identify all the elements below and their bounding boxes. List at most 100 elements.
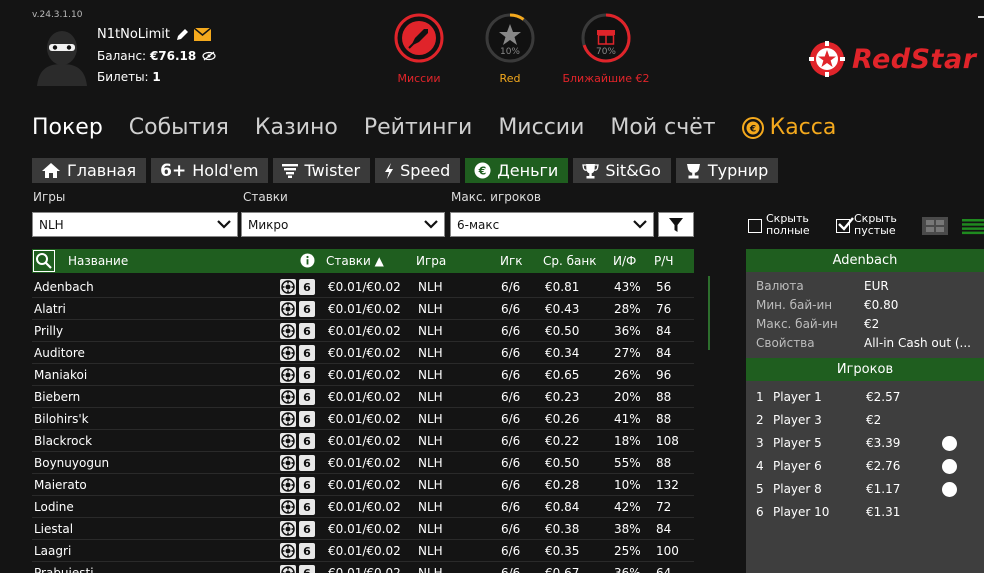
player-row[interactable]: 3 Player 5 €3.39 D [756, 436, 981, 456]
stakes-select[interactable]: Микро [241, 212, 445, 237]
nav-missions[interactable]: Миссии [498, 115, 584, 140]
grid-view-icon[interactable] [922, 217, 948, 235]
tab-speed[interactable]: Speed [375, 158, 461, 183]
list-view-icon[interactable] [958, 217, 984, 235]
tab-home[interactable]: Главная [32, 158, 147, 183]
row-players: 6/6 [501, 522, 521, 536]
hide-empty-box[interactable] [836, 217, 854, 233]
hide-full-box[interactable] [748, 219, 762, 233]
row-stakes: €0.01/€0.02 [328, 478, 401, 492]
balance-label: Баланс: [97, 49, 147, 63]
details-title: Adenbach [746, 249, 984, 272]
player-row[interactable]: 6 Player 10 €1.31 [756, 505, 981, 525]
col-hands[interactable]: Р/Ч [654, 254, 674, 268]
table-row[interactable]: Adenbach 6 €0.01/€0.02 NLH 6/6 €0.81 43% 56 [32, 276, 694, 298]
row-vpf: 55% [614, 456, 641, 470]
tab-speed-label: Speed [400, 161, 451, 180]
table-row[interactable]: Laagri 6 €0.01/€0.02 NLH 6/6 €0.35 25% 100 [32, 540, 694, 562]
mail-icon[interactable] [194, 28, 211, 41]
table-row[interactable]: Maniakoi 6 €0.01/€0.02 NLH 6/6 €0.65 26% 96 [32, 364, 694, 386]
hide-empty-checkbox[interactable]: Скрыть пустые [836, 213, 897, 237]
nav-casino[interactable]: Казино [255, 115, 338, 140]
tab-home-label: Главная [67, 161, 137, 180]
filter-button[interactable] [658, 212, 694, 237]
table-row[interactable]: Blackrock 6 €0.01/€0.02 NLH 6/6 €0.22 18% 108 [32, 430, 694, 452]
avatar[interactable] [33, 26, 91, 86]
table-row[interactable]: Auditore 6 €0.01/€0.02 NLH 6/6 €0.34 27% 84 [32, 342, 694, 364]
search-icon [36, 253, 52, 269]
player-row[interactable]: 4 Player 6 €2.76 SB [756, 459, 981, 479]
col-players[interactable]: Игк [500, 254, 523, 268]
row-players: 6/6 [501, 478, 521, 492]
table-row[interactable]: Prilly 6 €0.01/€0.02 NLH 6/6 €0.50 36% 84 [32, 320, 694, 342]
table-search-button[interactable] [33, 250, 55, 272]
nav-ratings[interactable]: Рейтинги [364, 115, 472, 140]
row-hands: 100 [656, 544, 679, 558]
table-header: Название Ставки ▲ Игра Игк Ср. банк И/Ф … [32, 249, 694, 273]
row-avg-pot: €0.65 [545, 368, 580, 382]
col-name[interactable]: Название [68, 254, 128, 268]
nearest-reward-widget[interactable]: 70% Ближайшие €2 [551, 13, 661, 85]
player-row[interactable]: 1 Player 1 €2.57 [756, 390, 981, 410]
table-scrollbar[interactable] [708, 276, 710, 350]
row-game: NLH [418, 544, 443, 558]
nav-cashier-label: Касса [769, 115, 837, 140]
home-icon [42, 163, 60, 178]
euro-coin-icon: € [741, 116, 764, 139]
row-stakes: €0.01/€0.02 [328, 566, 401, 573]
poker-chip-icon [280, 433, 296, 449]
row-players: 6/6 [501, 412, 521, 426]
tab-twister-label: Twister [304, 161, 361, 180]
username-text: N1tNoLimit [97, 27, 170, 42]
table-row[interactable]: Alatri 6 €0.01/€0.02 NLH 6/6 €0.43 28% 76 [32, 298, 694, 320]
nav-events[interactable]: События [129, 115, 229, 140]
username[interactable]: N1tNoLimit [97, 27, 211, 42]
brand-logo: RedStar [808, 40, 976, 78]
tab-sitgo[interactable]: Sit&Go [573, 158, 671, 183]
player-row[interactable]: 5 Player 8 €1.17 BB [756, 482, 981, 502]
tab-twister[interactable]: Twister [273, 158, 371, 183]
level-percent: 10% [500, 47, 520, 57]
row-hands: 64 [656, 566, 672, 573]
row-game: NLH [418, 434, 443, 448]
table-row[interactable]: Prabuiesti 6 €0.01/€0.02 NLH 6/6 €0.67 36% 64 [32, 562, 694, 573]
tab-money[interactable]: € Деньги [465, 158, 569, 183]
table-row[interactable]: Maierato 6 €0.01/€0.02 NLH 6/6 €0.28 10% 132 [32, 474, 694, 496]
table-row[interactable]: Boynuyogun 6 €0.01/€0.02 NLH 6/6 €0.50 55% 88 [32, 452, 694, 474]
level-widget[interactable]: 10% Red [455, 13, 565, 85]
table-row[interactable]: Liestal 6 €0.01/€0.02 NLH 6/6 €0.38 38% 84 [32, 518, 694, 540]
chevron-down-icon [217, 220, 231, 229]
row-stakes: €0.01/€0.02 [328, 522, 401, 536]
col-game[interactable]: Игра [416, 254, 446, 268]
nav-account[interactable]: Мой счёт [610, 115, 715, 140]
nav-poker[interactable]: Покер [32, 115, 103, 140]
row-players: 6/6 [501, 302, 521, 316]
row-badges: 6 [280, 521, 315, 537]
player-stack: €3.39 [866, 436, 901, 450]
tab-tournament[interactable]: Турнир [675, 158, 779, 183]
info-icon[interactable] [300, 253, 315, 268]
col-vpf[interactable]: И/Ф [613, 254, 636, 268]
eye-off-icon[interactable] [202, 51, 216, 61]
row-hands: 76 [656, 302, 672, 316]
tab-holdem-label: Hold'em [192, 161, 259, 180]
tab-holdem[interactable]: 6+ Hold'em [151, 158, 269, 183]
row-players: 6/6 [501, 280, 521, 294]
hide-full-checkbox[interactable]: Скрыть полные [748, 213, 810, 237]
games-select[interactable]: NLH [32, 212, 238, 237]
player-stack: €1.17 [866, 482, 901, 496]
pencil-icon[interactable] [175, 28, 189, 42]
table-row[interactable]: Biebern 6 €0.01/€0.02 NLH 6/6 €0.23 20% 88 [32, 386, 694, 408]
col-stakes[interactable]: Ставки ▲ [326, 254, 384, 268]
nav-cashier[interactable]: € Касса [741, 115, 837, 140]
player-row[interactable]: 2 Player 3 €2 [756, 413, 981, 433]
gift-icon: 70% [581, 13, 631, 63]
row-players: 6/6 [501, 324, 521, 338]
row-game: NLH [418, 522, 443, 536]
minimize-mark[interactable] [978, 16, 984, 18]
max-players-select[interactable]: 6-макс [450, 212, 654, 237]
col-avg-pot[interactable]: Ср. банк [543, 254, 596, 268]
table-row[interactable]: Lodine 6 €0.01/€0.02 NLH 6/6 €0.84 42% 72 [32, 496, 694, 518]
table-row[interactable]: Bilohirs'k 6 €0.01/€0.02 NLH 6/6 €0.26 41% 88 [32, 408, 694, 430]
row-game: NLH [418, 500, 443, 514]
